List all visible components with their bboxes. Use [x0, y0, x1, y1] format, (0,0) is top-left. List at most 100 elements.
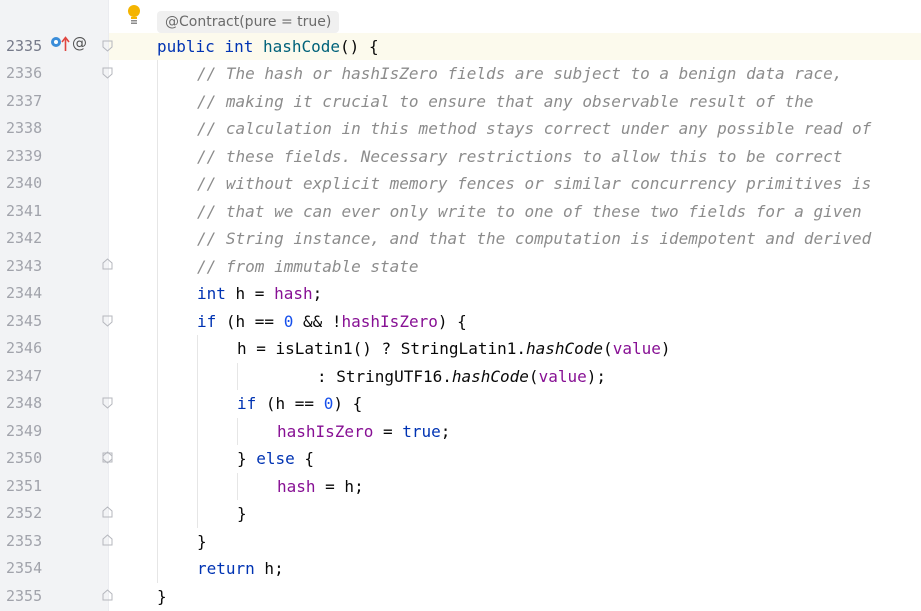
number-literal: 0 — [283, 312, 294, 331]
line-number: 2345 — [6, 312, 43, 330]
line-number: 2337 — [6, 92, 43, 110]
code-text: h = isLatin1() ? StringLatin1. — [237, 339, 526, 358]
line-number: 2335 — [6, 37, 43, 55]
method-call: hashCode — [451, 367, 529, 386]
field-ref: value — [612, 339, 661, 358]
code-line[interactable]: int h = hash; — [197, 280, 322, 307]
code-line[interactable]: public int hashCode() { — [157, 33, 379, 60]
line-number: 2348 — [6, 394, 43, 412]
indent-guide — [237, 473, 238, 500]
field-ref: hash — [274, 284, 313, 303]
line-number: 2353 — [6, 532, 43, 550]
intention-bulb-icon[interactable] — [126, 4, 142, 26]
line-number: 2339 — [6, 147, 43, 165]
fold-end-icon[interactable] — [102, 451, 113, 463]
code-text: ) { — [437, 312, 467, 331]
fold-end-icon[interactable] — [102, 589, 113, 601]
code-line[interactable]: } else { — [237, 445, 314, 472]
method-call: hashCode — [525, 339, 604, 358]
fold-collapse-icon[interactable] — [102, 397, 113, 409]
fold-collapse-icon[interactable] — [102, 67, 113, 79]
annotation-icon[interactable]: @ — [72, 34, 87, 52]
code-line[interactable]: if (h == 0 && !hashIsZero) { — [197, 308, 467, 335]
field-ref: hash — [277, 477, 316, 496]
line-number: 2349 — [6, 422, 43, 440]
code-text: ) { — [333, 394, 363, 413]
comment-line[interactable]: // calculation in this method stays corr… — [197, 115, 871, 142]
code-text: = h; — [315, 477, 364, 496]
code-text: (h == — [216, 312, 284, 331]
method-name: hashCode — [262, 37, 341, 56]
code-text: h; — [254, 559, 284, 578]
field-ref: hashIsZero — [341, 312, 438, 331]
code-text: : StringUTF16. — [317, 367, 452, 386]
fold-collapse-icon[interactable] — [102, 40, 113, 52]
code-text: () { — [340, 37, 379, 56]
indent-guide — [237, 363, 238, 390]
fold-end-icon[interactable] — [102, 506, 113, 518]
code-line[interactable]: } — [237, 500, 247, 527]
keyword: int — [197, 284, 226, 303]
indent-guide — [237, 418, 238, 445]
code-text: (h == — [256, 394, 324, 413]
line-number: 2355 — [6, 587, 43, 605]
line-number: 2338 — [6, 119, 43, 137]
comment-line[interactable]: // from immutable state — [197, 253, 419, 280]
line-number: 2343 — [6, 257, 43, 275]
code-line[interactable]: : StringUTF16.hashCode(value); — [317, 363, 606, 390]
contract-inlay-hint[interactable]: @Contract(pure = true) — [157, 11, 340, 33]
line-number: 2344 — [6, 284, 43, 302]
line-number: 2342 — [6, 229, 43, 247]
comment-line[interactable]: // that we can ever only write to one of… — [197, 198, 862, 225]
code-text: ( — [528, 367, 539, 386]
line-number: 2354 — [6, 559, 43, 577]
line-number: 2341 — [6, 202, 43, 220]
code-text: && ! — [293, 312, 342, 331]
code-text: } — [237, 449, 257, 468]
fold-end-icon[interactable] — [102, 534, 113, 546]
keyword: public — [157, 37, 215, 56]
code-line[interactable]: hashIsZero = true; — [277, 418, 450, 445]
line-number: 2350 — [6, 449, 43, 467]
code-text: ; — [440, 422, 451, 441]
comment-line[interactable]: // String instance, and that the computa… — [197, 225, 871, 252]
code-text: ) — [660, 339, 671, 358]
field-ref: value — [538, 367, 587, 386]
code-line[interactable]: hash = h; — [277, 473, 364, 500]
code-line[interactable]: } — [197, 528, 207, 555]
line-number: 2340 — [6, 174, 43, 192]
keyword: return — [197, 559, 255, 578]
comment-line[interactable]: // these fields. Necessary restrictions … — [197, 143, 842, 170]
keyword: if — [197, 312, 217, 331]
comment-line[interactable]: // The hash or hashIsZero fields are sub… — [197, 60, 842, 87]
comment-line[interactable]: // making it crucial to ensure that any … — [197, 88, 814, 115]
code-text: ( — [603, 339, 613, 358]
keyword: int — [224, 37, 254, 56]
code-text: { — [294, 449, 315, 468]
gutter-separator — [108, 0, 109, 611]
code-text: ); — [586, 367, 606, 386]
code-text: ; — [312, 284, 323, 303]
keyword: else — [256, 449, 295, 468]
indent-guide — [157, 60, 158, 583]
fold-end-icon[interactable] — [102, 258, 113, 270]
keyword: if — [237, 394, 257, 413]
comment-line[interactable]: // without explicit memory fences or sim… — [197, 170, 871, 197]
code-text: h = — [225, 284, 275, 303]
code-line[interactable]: } — [157, 583, 167, 610]
code-text: = — [373, 422, 403, 441]
fold-collapse-icon[interactable] — [102, 315, 113, 327]
code-line[interactable]: return h; — [197, 555, 284, 582]
number-literal: 0 — [323, 394, 334, 413]
indent-guide — [197, 335, 198, 528]
line-number: 2352 — [6, 504, 43, 522]
overrides-arrow-icon[interactable] — [61, 36, 70, 52]
field-ref: hashIsZero — [277, 422, 374, 441]
line-number: 2351 — [6, 477, 43, 495]
line-number: 2347 — [6, 367, 43, 385]
line-number: 2336 — [6, 64, 43, 82]
line-number: 2346 — [6, 339, 43, 357]
code-line[interactable]: if (h == 0) { — [237, 390, 362, 417]
keyword: true — [402, 422, 441, 441]
code-line[interactable]: h = isLatin1() ? StringLatin1.hashCode(v… — [237, 335, 671, 362]
